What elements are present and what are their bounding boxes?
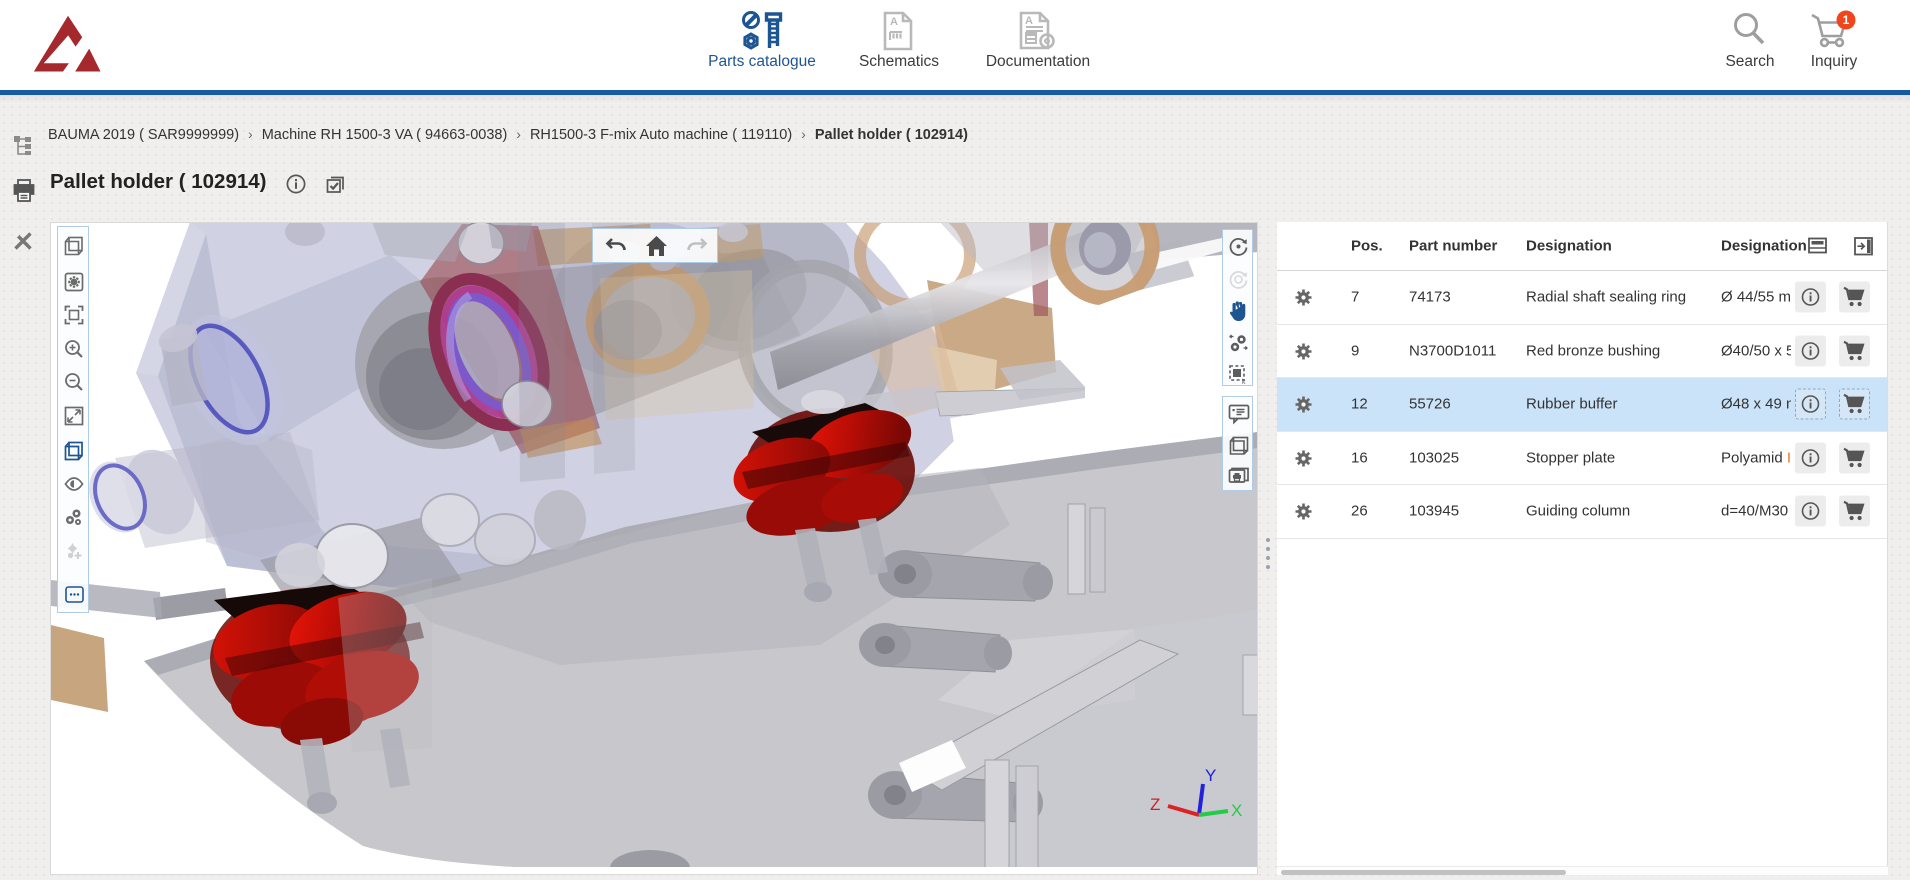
svg-text:Z: Z bbox=[1150, 795, 1160, 814]
svg-text:k: k bbox=[1242, 379, 1246, 385]
svg-text:A: A bbox=[1025, 15, 1033, 27]
svg-text:1: 1 bbox=[1843, 13, 1850, 27]
svg-text:X: X bbox=[1231, 801, 1242, 820]
svg-text:Y: Y bbox=[1205, 766, 1216, 785]
svg-text:A: A bbox=[890, 16, 898, 28]
